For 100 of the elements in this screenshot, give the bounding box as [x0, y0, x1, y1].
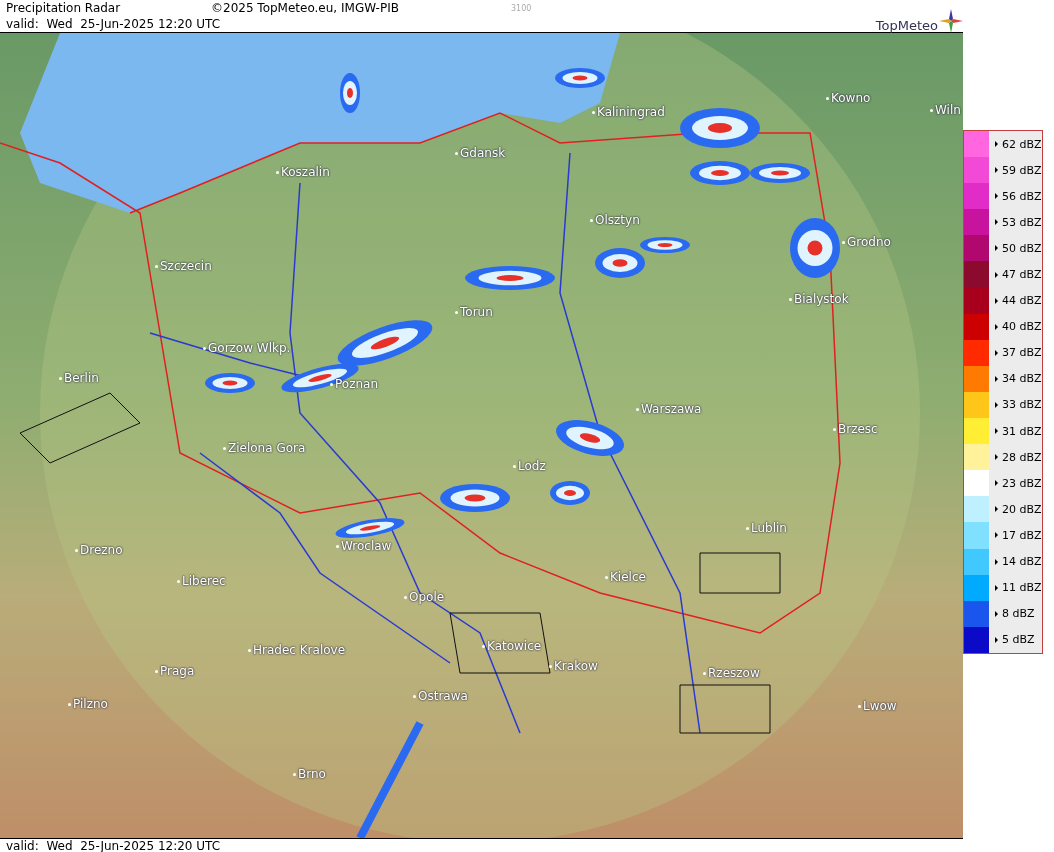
city-dot-icon: [336, 544, 339, 548]
legend-label: 5 dBZ: [1002, 633, 1035, 647]
city-label: Zielona Gora: [228, 441, 306, 455]
tick-icon: [995, 584, 998, 591]
city-label: Wroclaw: [341, 539, 392, 553]
city-label: Poznan: [335, 377, 378, 391]
city-dot-icon: [455, 310, 458, 314]
legend-label: 44 dBZ: [1002, 294, 1042, 308]
map-title: Precipitation Radar: [6, 1, 122, 15]
legend-label: 34 dBZ: [1002, 372, 1042, 386]
tick-icon: [995, 219, 998, 226]
city-dot-icon: [703, 671, 706, 675]
tick-icon: [995, 349, 998, 356]
city-dot-icon: [930, 108, 933, 112]
legend-label: 47 dBZ: [1002, 268, 1042, 281]
city-dot-icon: [549, 664, 552, 668]
city-label: Praga: [160, 664, 195, 678]
city-label: Krakow: [554, 659, 598, 673]
city-label: Liberec: [182, 574, 226, 588]
city-label: Brno: [298, 767, 326, 781]
tick-icon: [995, 271, 998, 278]
city-label: Kielce: [610, 570, 646, 584]
city-label: Lublin: [751, 521, 787, 535]
city-label: Brzesc: [838, 422, 878, 436]
city-dot-icon: [177, 579, 180, 583]
tick-icon: [995, 402, 998, 408]
legend-label: 59 dBZ: [1002, 163, 1042, 177]
valid-time: valid: Wed 25-Jun-2025 12:20 UTC: [6, 838, 221, 852]
city-label: Berlin: [64, 371, 99, 385]
city-label: Pilzno: [73, 697, 108, 711]
legend-label: 17 dBZ: [1002, 528, 1042, 542]
legend-label: 23 dBZ: [1002, 476, 1042, 490]
city-label: Gorzow Wlkp.: [208, 341, 291, 355]
city-dot-icon: [746, 526, 749, 530]
compass-star-icon: [939, 9, 963, 33]
city-label: Gdansk: [460, 146, 506, 160]
tick-icon: [995, 245, 998, 252]
tick-icon: [995, 323, 998, 330]
city-dot-icon: [248, 648, 251, 652]
city-label: Lwow: [863, 699, 897, 713]
tick-icon: [995, 454, 998, 461]
tick-icon: [995, 558, 998, 565]
legend-label: 37 dBZ: [1002, 346, 1042, 360]
tick-icon: [995, 193, 998, 200]
city-dot-icon: [842, 240, 845, 244]
city-label: Koszalin: [281, 165, 330, 179]
tick-icon: [995, 532, 998, 539]
city-label: Torun: [460, 305, 493, 319]
city-label: Ostrawa: [418, 689, 468, 703]
city-dot-icon: [833, 427, 836, 431]
city-label: Szczecin: [160, 259, 212, 273]
city-dot-icon: [482, 644, 485, 648]
map-code: 3100: [511, 3, 532, 13]
city-dot-icon: [789, 297, 792, 301]
city-label: Olsztyn: [595, 213, 640, 227]
city-dot-icon: [68, 702, 71, 706]
city-label: Hradec Kralove: [253, 643, 346, 657]
city-label: Lodz: [518, 459, 546, 473]
tick-icon: [995, 428, 998, 435]
legend-label: 31 dBZ: [1002, 424, 1042, 438]
city-dot-icon: [513, 464, 516, 468]
valid-time: valid: Wed 25-Jun-2025 12:20 UTC: [6, 17, 221, 31]
legend-label: 53 dBZ: [1002, 215, 1042, 229]
legend-label: 28 dBZ: [1002, 450, 1042, 464]
tick-icon: [995, 636, 998, 643]
city-dot-icon: [155, 669, 158, 673]
legend-label: 33 dBZ: [1002, 398, 1042, 412]
tick-icon: [995, 506, 998, 513]
city-dot-icon: [592, 110, 595, 114]
city-dot-icon: [203, 346, 206, 350]
city-dot-icon: [59, 376, 62, 380]
legend-label: 62 dBZ: [1002, 137, 1042, 151]
city-dot-icon: [223, 446, 226, 450]
legend-label: 14 dBZ: [1002, 555, 1042, 569]
legend-label: 11 dBZ: [1002, 581, 1042, 595]
city-dot-icon: [276, 170, 279, 174]
city-dot-icon: [75, 548, 78, 552]
tick-icon: [995, 610, 998, 617]
city-dot-icon: [636, 407, 639, 411]
city-label: Kowno: [831, 91, 871, 105]
city-dot-icon: [293, 772, 296, 776]
tick-icon: [995, 480, 998, 487]
city-dot-icon: [413, 694, 416, 698]
legend-label: 20 dBZ: [1002, 502, 1042, 516]
city-dot-icon: [858, 704, 861, 708]
city-dot-icon: [404, 595, 407, 599]
city-label: Wiln: [935, 103, 961, 117]
city-dot-icon: [605, 575, 608, 579]
city-label: Rzeszow: [708, 666, 760, 680]
city-dot-icon: [455, 151, 458, 155]
city-dot-icon: [330, 382, 333, 386]
logo-text: TopMeteo: [875, 18, 938, 33]
city-label: Grodno: [847, 235, 891, 249]
city-dot-icon: [155, 264, 158, 268]
legend-label: 8 dBZ: [1002, 607, 1035, 621]
legend-label: 50 dBZ: [1002, 241, 1042, 255]
tick-icon: [995, 375, 998, 382]
city-dot-icon: [826, 96, 829, 100]
city-label: Drezno: [80, 543, 123, 557]
legend-label: 40 dBZ: [1002, 320, 1042, 334]
